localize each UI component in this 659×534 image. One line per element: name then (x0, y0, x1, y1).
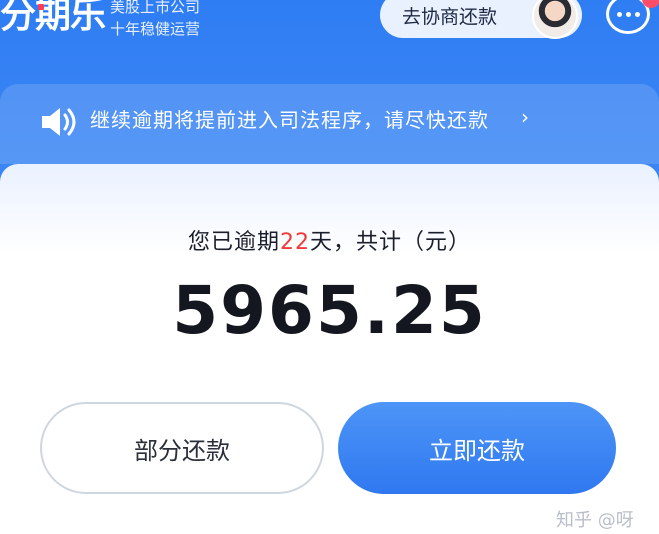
chevron-right-icon: › (521, 105, 529, 129)
notice-text: 继续逾期将提前进入司法程序，请尽快还款 (90, 108, 489, 132)
chat-dot (616, 11, 622, 17)
chat-dot (625, 11, 631, 17)
chat-dot (634, 11, 640, 17)
overdue-days: 22 (280, 230, 310, 255)
app-header: 分期乐 美股上市公司 十年稳健运营 去协商还款 (0, 0, 659, 64)
tagline-line1: 美股上市公司 (110, 0, 201, 16)
overdue-prefix: 您已逾期 (187, 230, 280, 255)
overdue-summary: 您已逾期22天，共计（元） (0, 224, 659, 256)
logo-dot (38, 4, 44, 10)
speaker-icon (42, 108, 76, 136)
overdue-notice-banner[interactable]: 继续逾期将提前进入司法程序，请尽快还款 › (0, 84, 659, 164)
app-logo: 分期乐 (0, 0, 106, 36)
repay-now-button[interactable]: 立即还款 (338, 402, 616, 494)
overdue-suffix: 天，共计（元） (310, 230, 472, 255)
company-tagline: 美股上市公司 十年稳健运营 (110, 0, 200, 40)
tagline-line2: 十年稳健运营 (110, 20, 201, 38)
negotiate-label: 去协商还款 (402, 5, 498, 28)
total-amount: 5965.25 (172, 272, 487, 349)
repayment-card: 您已逾期22天，共计（元） 5965.25 部分还款 立即还款 (0, 164, 659, 534)
source-watermark: 知乎 @呀 (556, 510, 634, 531)
negotiate-repayment-button[interactable]: 去协商还款 (380, 0, 582, 39)
agent-avatar-icon (532, 0, 578, 39)
partial-repayment-button[interactable]: 部分还款 (40, 402, 324, 494)
